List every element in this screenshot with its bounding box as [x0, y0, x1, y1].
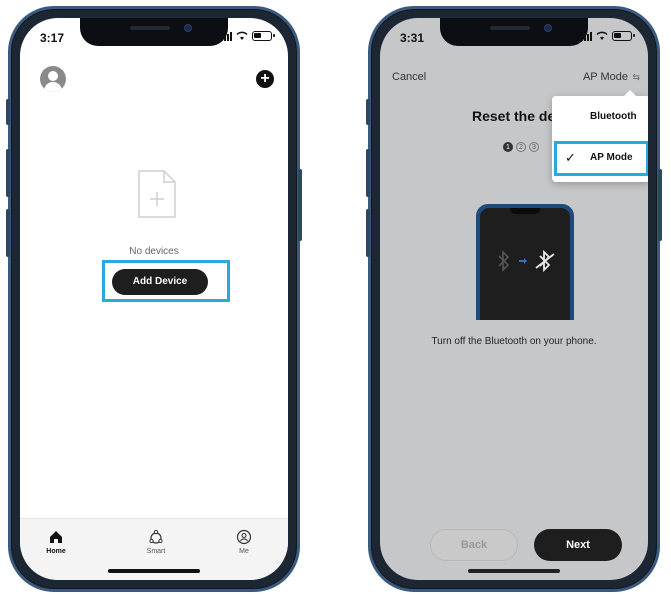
next-button[interactable]: Next [534, 529, 622, 561]
status-time: 3:31 [400, 31, 425, 45]
highlight-box [554, 141, 648, 176]
step-indicator: 1 2 3 [503, 142, 539, 152]
arrow-right-icon [519, 258, 527, 264]
tab-label-smart: Smart [146, 548, 166, 555]
power-button [658, 169, 662, 241]
home-screen: 3:17 + No devices Add Device Home Smart … [20, 18, 288, 580]
phone-home-screen: 3:17 + No devices Add Device Home Smart … [6, 6, 302, 592]
tab-home[interactable]: Home [26, 529, 86, 555]
tab-me[interactable]: Me [214, 529, 274, 555]
battery-icon [612, 31, 635, 41]
phone-illustration [476, 204, 574, 320]
reset-screen: 3:31 Cancel AP Mode ⇆ Reset the de 1 2 3… [380, 18, 648, 580]
signal-icon [581, 31, 592, 41]
avatar[interactable] [40, 66, 66, 92]
home-icon [50, 531, 62, 543]
smart-icon [149, 529, 163, 544]
mute-switch [366, 99, 370, 125]
wifi-icon [596, 31, 608, 40]
tab-bar: Home Smart Me [20, 518, 288, 580]
home-indicator[interactable] [108, 569, 200, 573]
step-2: 2 [516, 142, 526, 152]
swap-arrows-icon[interactable]: ⇆ [632, 72, 640, 83]
volume-up-button [366, 149, 370, 197]
power-button [298, 169, 302, 241]
back-button[interactable]: Back [430, 529, 518, 561]
volume-down-button [366, 209, 370, 257]
status-bar: 3:31 [380, 28, 648, 46]
volume-up-button [6, 149, 10, 197]
page-title: Reset the de [472, 108, 556, 124]
battery-icon [252, 31, 275, 41]
status-bar: 3:17 [20, 28, 288, 46]
mode-selector[interactable]: AP Mode [583, 71, 628, 83]
phone-reset-screen: 3:31 Cancel AP Mode ⇆ Reset the de 1 2 3… [366, 6, 662, 592]
mute-switch [6, 99, 10, 125]
instruction-text: Turn off the Bluetooth on your phone. [431, 336, 597, 347]
volume-down-button [6, 209, 10, 257]
signal-icon [221, 31, 232, 41]
wifi-icon [236, 31, 248, 40]
tab-smart[interactable]: Smart [126, 529, 186, 555]
bluetooth-icon [498, 250, 510, 272]
step-1: 1 [503, 142, 513, 152]
dropdown-option-bluetooth[interactable]: Bluetooth [552, 102, 648, 132]
dropdown-option-label: Bluetooth [590, 111, 637, 122]
empty-state-text: No devices [129, 246, 179, 257]
tab-label-home: Home [46, 548, 66, 555]
profile-icon [236, 529, 252, 545]
add-icon[interactable]: + [256, 70, 274, 88]
step-3: 3 [529, 142, 539, 152]
bluetooth-off-icon [535, 249, 555, 273]
cancel-button[interactable]: Cancel [392, 71, 426, 83]
empty-document-icon [138, 170, 176, 218]
status-time: 3:17 [40, 31, 65, 45]
tab-label-me: Me [239, 548, 249, 555]
add-device-button[interactable]: Add Device [112, 269, 208, 295]
home-indicator[interactable] [468, 569, 560, 573]
